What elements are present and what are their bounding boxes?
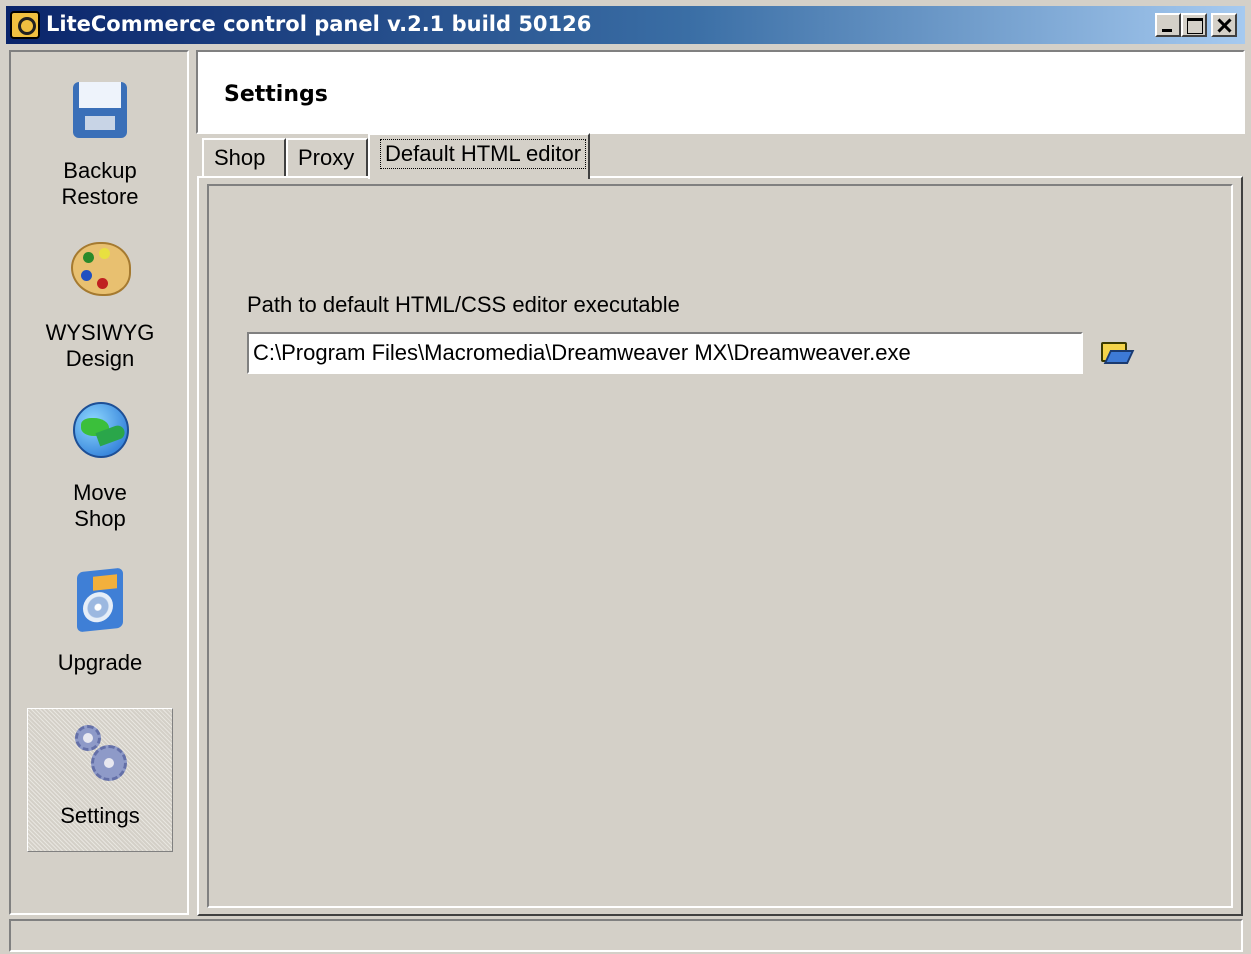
title-bar[interactable]: LiteCommerce control panel v.2.1 build 5… <box>6 6 1245 44</box>
sidebar-item-label: Move Shop <box>73 480 127 531</box>
tab-label: Default HTML editor <box>380 139 587 169</box>
globe-icon <box>69 398 131 460</box>
editor-path-input[interactable] <box>247 332 1083 374</box>
window-title: LiteCommerce control panel v.2.1 build 5… <box>46 12 592 36</box>
sidebar-item-label: Settings <box>60 803 140 828</box>
sidebar-item-settings[interactable]: Settings <box>27 708 173 852</box>
tab-panel: Path to default HTML/CSS editor executab… <box>197 176 1243 916</box>
editor-path-label: Path to default HTML/CSS editor executab… <box>247 292 680 317</box>
sidebar-item-label: WYSIWYG Design <box>45 320 155 371</box>
sidebar-item-move-shop[interactable]: Move Shop <box>27 398 173 532</box>
disk-icon <box>69 78 131 140</box>
open-folder-icon[interactable] <box>1097 336 1137 372</box>
tab-panel-content: Path to default HTML/CSS editor executab… <box>207 184 1233 908</box>
sidebar-item-upgrade[interactable]: Upgrade <box>27 567 173 676</box>
app-logo-icon[interactable] <box>10 11 40 39</box>
palette-icon <box>69 238 131 300</box>
sidebar-item-backup-restore[interactable]: Backup Restore <box>27 78 173 210</box>
cd-icon <box>69 567 131 633</box>
app-window: LiteCommerce control panel v.2.1 build 5… <box>0 0 1251 954</box>
sidebar: Backup Restore WYSIWYG Design Move Shop … <box>9 50 189 915</box>
tab-shop[interactable]: Shop <box>202 138 286 178</box>
page-header: Settings <box>196 50 1245 134</box>
close-button[interactable] <box>1211 13 1237 37</box>
tab-default-html-editor[interactable]: Default HTML editor <box>368 133 590 179</box>
gears-icon <box>69 723 131 785</box>
sidebar-item-label: Upgrade <box>57 650 143 675</box>
status-bar <box>9 919 1243 952</box>
minimize-button[interactable] <box>1155 13 1181 37</box>
maximize-button[interactable] <box>1181 13 1207 37</box>
sidebar-item-wysiwyg-design[interactable]: WYSIWYG Design <box>27 238 173 372</box>
tab-proxy[interactable]: Proxy <box>286 138 368 178</box>
sidebar-item-label: Backup Restore <box>61 158 139 209</box>
page-title: Settings <box>224 82 328 107</box>
